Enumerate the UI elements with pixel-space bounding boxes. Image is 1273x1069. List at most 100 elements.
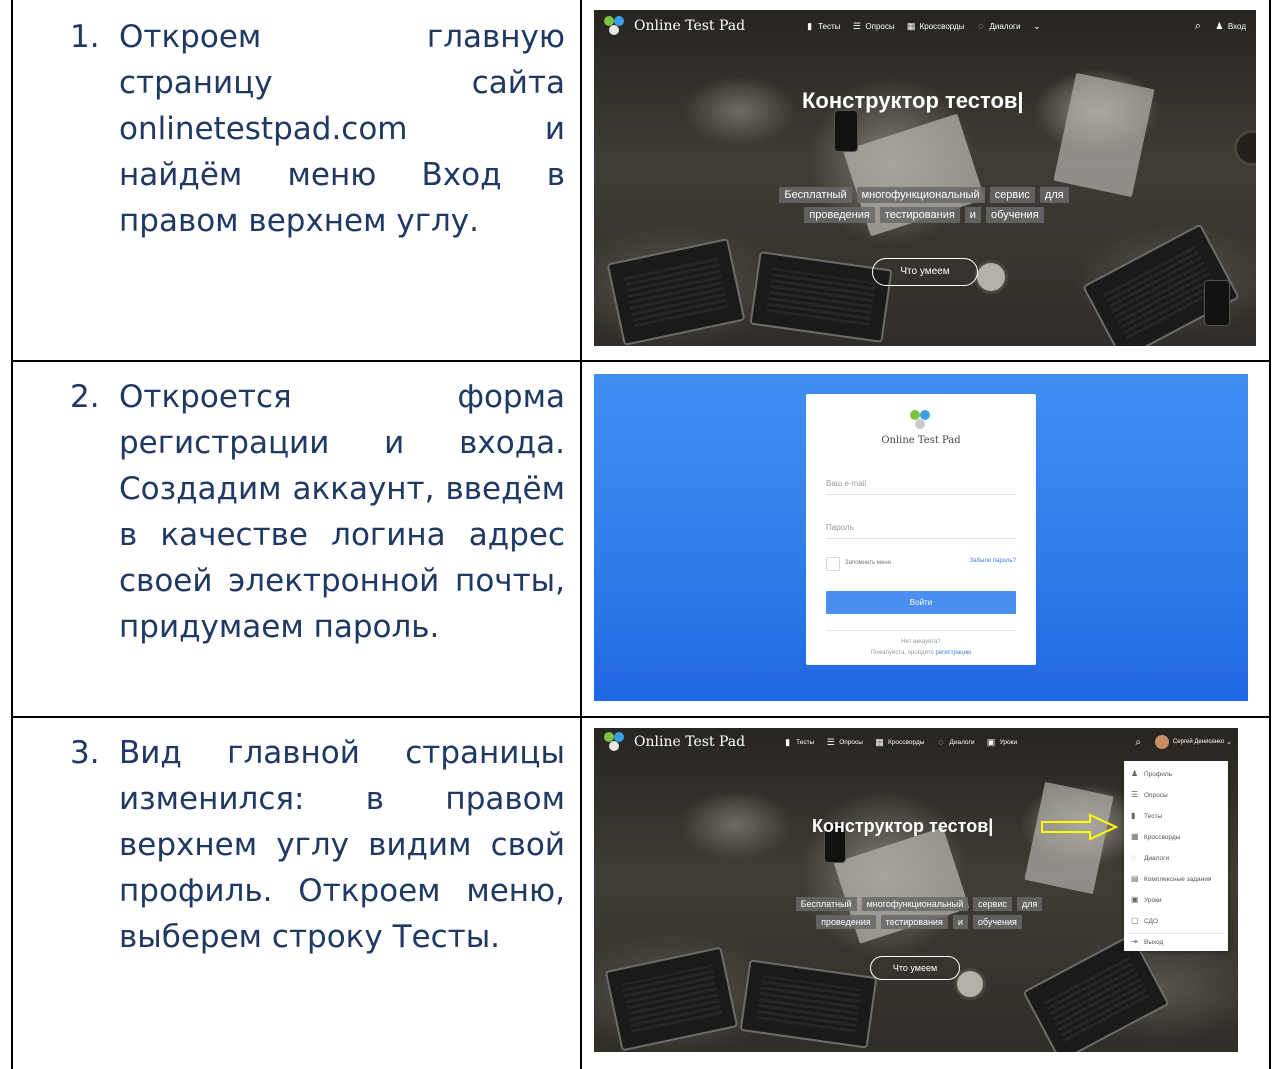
site-brand[interactable]: Online Test Pad <box>604 16 745 36</box>
menu-label: Профиль <box>1144 770 1173 778</box>
no-account-text: Нет аккаунта? <box>901 639 941 645</box>
step-text: Вид главной страницы изменился: в правом… <box>119 735 565 955</box>
nav-crosswords[interactable]: ▦ Кроссворды <box>875 737 924 747</box>
menu-label: Уроки <box>1144 896 1162 904</box>
password-field[interactable]: Пароль <box>826 523 1016 539</box>
subtitle-chip: для <box>1016 897 1043 911</box>
step-number: 2. <box>70 379 100 415</box>
menu-label: Диалоги <box>1144 854 1170 862</box>
nav-dialogs[interactable]: ◌ Диалоги <box>976 21 1020 31</box>
nav-right: ⌕ ♟ Вход <box>1195 20 1246 33</box>
logout-icon: ⇥ <box>1131 937 1138 946</box>
table-border-mid <box>580 0 582 1069</box>
subtitle-chip: многофункциональный <box>856 187 985 203</box>
poll-icon: ☰ <box>826 737 835 747</box>
menu-item-tests[interactable]: ▮ Тесты <box>1131 812 1162 820</box>
menu-label: Выход <box>1144 938 1164 946</box>
menu-label: СДО <box>1144 917 1159 925</box>
subtitle-chip: сервис <box>973 897 1012 911</box>
login-card: Online Test Pad Ваш e-mail Пароль Запомн… <box>806 394 1036 665</box>
table-border-right <box>1269 0 1271 1069</box>
menu-item-crosswords[interactable]: ▦ Кроссворды <box>1131 833 1180 841</box>
lesson-icon: ▣ <box>1131 895 1139 904</box>
table-row-divider <box>11 716 1271 718</box>
site-navbar: Online Test Pad ▮ Тесты ☰ Опросы ▦ Кроссвор… <box>594 10 1256 42</box>
otp-logo-icon <box>604 732 628 752</box>
nav-label: Опросы <box>839 738 863 746</box>
subtitle-chip: тестирования <box>879 207 960 223</box>
subtitle-chip: проведения <box>816 915 876 929</box>
menu-label: Тесты <box>1144 812 1163 820</box>
nav-lessons[interactable]: ▣ Уроки <box>986 737 1018 747</box>
subtitle-chip: Бесплатный <box>779 187 852 203</box>
register-link[interactable]: регистрацию <box>936 650 972 656</box>
remember-checkbox[interactable] <box>826 557 840 571</box>
what-we-can-button[interactable]: Что умеем <box>870 956 960 980</box>
lesson-icon: ▣ <box>986 737 996 747</box>
login-label: Вход <box>1227 21 1246 31</box>
crossword-icon: ▦ <box>875 737 884 747</box>
forgot-password-link[interactable]: Забыли пароль? <box>970 558 1016 564</box>
subtitle-chip: проведения <box>804 207 875 223</box>
brand-name: Online Test Pad <box>634 734 746 750</box>
subtitle-chip: обучения <box>972 915 1022 929</box>
divider <box>826 630 1016 631</box>
search-icon[interactable]: ⌕ <box>1195 20 1201 33</box>
crossword-icon: ▦ <box>906 21 916 31</box>
step-3: 3. Вид главной страницы изменился: в пра… <box>70 730 565 960</box>
table-row-divider <box>11 360 1271 362</box>
brand-name: Online Test Pad <box>881 435 961 446</box>
test-icon: ▮ <box>807 21 813 31</box>
nav-tests[interactable]: ▮ Тесты <box>783 737 814 747</box>
user-name[interactable]: Сергей Денисенко <box>1173 739 1224 745</box>
nav-label: Уроки <box>999 738 1018 746</box>
login-button[interactable]: Войти <box>826 591 1016 614</box>
search-icon[interactable]: ⌕ <box>1135 737 1141 748</box>
subtitle-chip: для <box>1039 187 1069 203</box>
menu-item-profile[interactable]: ♟ Профиль <box>1131 770 1172 778</box>
nav-label: Тесты <box>796 738 815 746</box>
hero-subtitle: Бесплатный многофункциональный сервис дл… <box>769 187 1079 223</box>
brand-name: Online Test Pad <box>634 18 746 34</box>
nav-crosswords[interactable]: ▦ Кроссворды <box>907 21 965 31</box>
nav-label: Кроссворды <box>919 21 965 31</box>
nav-label: Диалоги <box>989 21 1021 31</box>
chevron-down-icon: ⌄ <box>1033 21 1041 31</box>
nav-tests[interactable]: ▮ Тесты <box>805 21 840 31</box>
test-icon: ▮ <box>1131 811 1136 820</box>
dialog-icon: ◌ <box>1131 853 1136 862</box>
site-navbar: Online Test Pad ▮ Тесты ☰ Опросы ▦ Кроссвор… <box>594 728 1238 756</box>
otp-logo-icon <box>910 408 932 430</box>
chevron-down-icon[interactable]: ⌄ <box>1226 738 1232 746</box>
screenshot-login: Online Test Pad Ваш e-mail Пароль Запомн… <box>594 374 1248 701</box>
register-prefix: Пожалуйста, пройдите <box>870 650 934 656</box>
register-text: Пожалуйста, пройдите регистрацию <box>806 650 1036 656</box>
menu-item-lessons[interactable]: ▣ Уроки <box>1131 896 1162 904</box>
step-1: 1. Откроем главную страницу сайта online… <box>70 14 565 244</box>
hero-title: Конструктор тестов| <box>812 816 994 836</box>
menu-item-polls[interactable]: ☰ Опросы <box>1131 791 1168 799</box>
menu-divider <box>1128 933 1224 934</box>
nav-polls[interactable]: ☰ Опросы <box>852 21 895 31</box>
nav-label: Диалоги <box>949 738 975 746</box>
nav-right: ⌕ Сергей Денисенко ⌄ <box>1135 735 1232 749</box>
nav-dialogs[interactable]: ◌ Диалоги <box>936 737 974 747</box>
poll-icon: ☰ <box>1131 790 1139 799</box>
menu-item-complex-tasks[interactable]: ▤ Комплексные задания <box>1131 875 1211 883</box>
avatar[interactable] <box>1154 735 1169 749</box>
subtitle-chip: сервис <box>989 187 1035 203</box>
nav-polls[interactable]: ☰ Опросы <box>826 737 863 747</box>
what-we-can-button[interactable]: Что умеем <box>872 258 978 286</box>
otp-logo-icon <box>604 16 628 36</box>
subtitle-chip: и <box>964 207 981 223</box>
remember-label: Запомнить меня <box>845 560 891 566</box>
nav-more[interactable]: ⌄ <box>1032 21 1045 31</box>
email-field[interactable]: Ваш e-mail <box>826 479 1016 495</box>
login-link[interactable]: ♟ Вход <box>1215 21 1246 31</box>
menu-item-logout[interactable]: ⇥ Выход <box>1131 938 1163 946</box>
dialog-icon: ◌ <box>938 737 944 747</box>
site-brand[interactable]: Online Test Pad <box>604 732 745 752</box>
hero-subtitle: Бесплатный многофункциональный сервис дл… <box>789 897 1049 929</box>
menu-item-lms[interactable]: ▢ СДО <box>1131 917 1158 925</box>
menu-item-dialogs[interactable]: ◌ Диалоги <box>1131 854 1169 862</box>
